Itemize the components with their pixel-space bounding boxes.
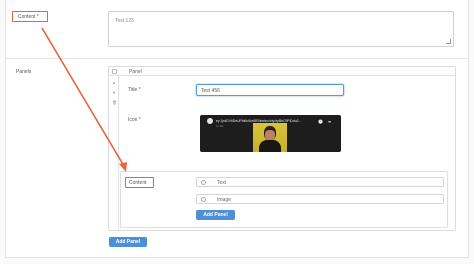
content-label: Content * (18, 14, 39, 20)
content-textarea[interactable]: Test 123 (108, 11, 454, 47)
row-divider (6, 58, 468, 59)
move-down-icon[interactable]: ▼ (112, 91, 116, 95)
title-label: Title * (128, 87, 141, 93)
title-input[interactable]: Test 456 (196, 84, 344, 96)
page: Content * Test 123 Panels Panel ▲ ▼ 🗑 Ti… (0, 0, 474, 264)
add-panel-inner-button[interactable]: Add Panel (196, 210, 235, 220)
panel-side-controls: ▲ ▼ 🗑 (109, 76, 119, 231)
video-thumbnail (253, 123, 287, 152)
thumbnail-face (265, 130, 275, 140)
option-text-label: Text (217, 180, 227, 186)
panels-label: Panels (16, 69, 32, 75)
title-input-value: Test 456 (201, 88, 220, 94)
move-up-icon[interactable]: ▲ (112, 81, 116, 85)
option-image[interactable]: Image (196, 194, 444, 204)
share-icon[interactable]: ➦ (328, 119, 331, 124)
radio-icon[interactable] (201, 180, 206, 185)
radio-icon[interactable] (201, 197, 206, 202)
nested-content-label: Content (129, 180, 147, 186)
video-subtitle: 1 min (216, 124, 224, 128)
content-textarea-value: Test 123 (115, 18, 134, 24)
delete-icon[interactable]: 🗑 (112, 101, 117, 105)
watch-later-icon[interactable]: 🕒 (318, 119, 323, 124)
resize-handle-icon[interactable] (446, 39, 451, 44)
panel-header[interactable]: Panel (109, 67, 455, 76)
icon-video-embed[interactable]: ey JpdGVtIDeUFIbiIkIUe6RStmdnc/vIy/dpBbC… (200, 115, 341, 152)
panel-header-title: Panel (129, 69, 142, 75)
option-text[interactable]: Text (196, 177, 444, 187)
thumbnail-body (259, 140, 281, 152)
content-label-highlight: Content * (12, 11, 48, 22)
icon-label: Icon * (128, 117, 141, 123)
option-image-label: Image (217, 197, 231, 203)
nested-content-label-highlight: Content (125, 177, 154, 188)
panel-select-checkbox[interactable] (112, 69, 117, 74)
add-panel-outer-button[interactable]: Add Panel (109, 237, 147, 247)
channel-avatar-icon (207, 118, 213, 124)
